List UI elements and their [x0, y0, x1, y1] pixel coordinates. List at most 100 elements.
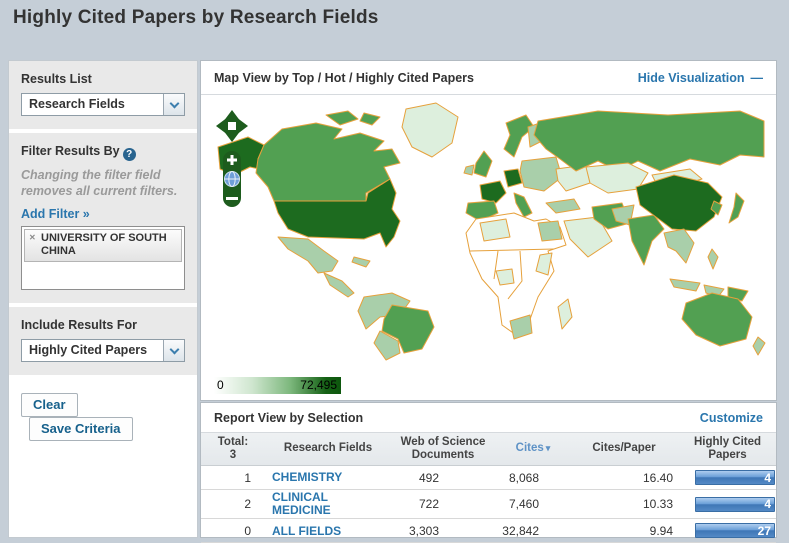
row-cites-per-paper: 10.33	[642, 497, 673, 512]
country-greenland[interactable]	[401, 102, 459, 158]
row-rank: 2	[244, 497, 251, 512]
zoom-control	[223, 151, 241, 207]
clear-button[interactable]: Clear	[21, 393, 78, 418]
hide-visualization-link[interactable]: Hide Visualization —	[638, 71, 763, 85]
region-central-europe[interactable]	[519, 156, 563, 192]
results-list-value: Research Fields	[29, 97, 125, 111]
highly-cited-value: 4	[764, 497, 771, 512]
country-japan[interactable]	[728, 192, 745, 224]
row-rank: 1	[244, 470, 251, 485]
filter-note: Changing the filter field removes all cu…	[21, 168, 178, 198]
report-panel: Report View by Selection Customize Total…	[200, 402, 777, 543]
field-link[interactable]: CLINICAL MEDICINE	[265, 490, 357, 517]
remove-filter-icon[interactable]: ✕	[29, 233, 36, 243]
cites-label: Cites	[515, 442, 544, 455]
include-results-section: Include Results For Highly Cited Papers	[9, 307, 197, 376]
country-germany[interactable]	[503, 168, 523, 188]
row-cites-per-paper: 16.40	[642, 470, 673, 485]
report-panel-header: Report View by Selection Customize	[201, 403, 776, 433]
country-egypt[interactable]	[537, 220, 563, 242]
filter-listbox[interactable]: ✕ UNIVERSITY OF SOUTH CHINA	[21, 226, 185, 291]
row-cites: 7,460	[508, 497, 539, 512]
country-mexico[interactable]	[277, 236, 339, 274]
row-cites-per-paper: 9.94	[649, 523, 673, 538]
add-filter-link[interactable]: Add Filter »	[21, 207, 90, 221]
world-map[interactable]	[207, 99, 769, 361]
country-indonesia[interactable]	[669, 278, 701, 292]
pan-left-icon	[216, 117, 228, 135]
include-results-value: Highly Cited Papers	[29, 343, 148, 358]
country-turkey[interactable]	[545, 198, 581, 214]
row-cites: 8,068	[508, 470, 539, 485]
map-controls[interactable]	[215, 109, 249, 211]
include-results-dropdown[interactable]: Highly Cited Papers	[21, 339, 185, 363]
filter-section: Filter Results By? Changing the filter f…	[9, 133, 197, 304]
column-total: Total: 3	[201, 436, 265, 462]
table-row: 1 CHEMISTRY 492 8,068 16.40 4	[201, 466, 776, 490]
map-panel-header: Map View by Top / Hot / Highly Cited Pap…	[201, 61, 776, 95]
country-russia[interactable]	[533, 110, 765, 172]
country-ireland[interactable]	[463, 164, 475, 176]
customize-link[interactable]: Customize	[700, 411, 763, 425]
country-madagascar[interactable]	[557, 298, 573, 330]
country-new-zealand[interactable]	[752, 336, 766, 356]
dropdown-button[interactable]	[163, 94, 184, 115]
column-research-fields: Research Fields	[283, 442, 373, 455]
country-france[interactable]	[479, 180, 507, 204]
map-legend: 0 72,495	[214, 377, 341, 394]
row-rank: 0	[244, 523, 251, 538]
total-value: 3	[229, 449, 237, 461]
highly-cited-bar: 4	[695, 496, 775, 512]
hide-visualization-label: Hide Visualization	[637, 70, 745, 85]
country-algeria[interactable]	[479, 218, 511, 242]
page-title: Highly Cited Papers by Research Fields	[13, 7, 379, 28]
pan-control	[216, 110, 248, 142]
table-row: 0 ALL FIELDS 3,303 32,842 9.94 27	[201, 519, 776, 543]
sort-down-icon: ▾	[545, 443, 551, 454]
filter-label: Filter Results By?	[21, 144, 185, 161]
filter-tag[interactable]: ✕ UNIVERSITY OF SOUTH CHINA	[24, 229, 182, 262]
row-cites: 32,842	[502, 523, 539, 538]
country-india[interactable]	[627, 214, 665, 266]
filter-label-text: Filter Results By	[21, 144, 120, 158]
country-philippines[interactable]	[707, 248, 719, 270]
field-link[interactable]: ALL FIELDS	[265, 524, 341, 538]
minus-icon: —	[750, 70, 764, 85]
country-canada-islands[interactable]	[359, 112, 381, 126]
country-uk[interactable]	[473, 150, 493, 178]
map-panel: Map View by Top / Hot / Highly Cited Pap…	[200, 60, 777, 401]
highly-cited-bar: 4	[695, 470, 775, 485]
table-row: 2 CLINICAL MEDICINE 722 7,460 10.33 4	[201, 490, 776, 520]
country-italy[interactable]	[513, 192, 533, 218]
results-list-label: Results List	[21, 72, 92, 86]
highly-cited-value: 27	[757, 523, 771, 538]
sidebar: Results List Research Fields Filter Resu…	[8, 60, 198, 538]
column-cites-sort[interactable]: Cites ▾	[495, 442, 571, 455]
column-cites-per-paper: Cites/Paper	[592, 442, 656, 455]
help-icon[interactable]: ?	[122, 148, 136, 161]
highly-cited-value: 4	[764, 470, 771, 485]
region-central-america[interactable]	[323, 272, 355, 298]
column-highly-cited-papers: Highly Cited Papers	[693, 435, 762, 461]
legend-min: 0	[217, 378, 224, 392]
filter-tag-label: UNIVERSITY OF SOUTH CHINA	[41, 232, 167, 258]
actions-section: Clear Save Criteria	[9, 379, 197, 455]
chevron-down-icon	[169, 98, 179, 108]
table-header-row: Total: 3 Research Fields Web of Science …	[201, 433, 776, 466]
zoom-out-icon	[226, 197, 238, 200]
dropdown-button[interactable]	[163, 340, 184, 362]
column-wos-documents: Web of Science Documents	[400, 435, 486, 461]
country-canada-islands[interactable]	[325, 110, 359, 126]
total-label: Total:	[217, 435, 249, 448]
row-docs: 492	[418, 470, 439, 485]
include-results-label: Include Results For	[21, 318, 137, 333]
field-link[interactable]: CHEMISTRY	[265, 471, 342, 484]
report-panel-title: Report View by Selection	[214, 410, 364, 425]
country-cuba[interactable]	[351, 256, 371, 268]
map-panel-title: Map View by Top / Hot / Highly Cited Pap…	[214, 70, 474, 85]
save-criteria-button[interactable]: Save Criteria	[29, 417, 133, 442]
region-southeast-asia[interactable]	[663, 228, 695, 264]
chevron-down-icon	[169, 344, 179, 355]
row-docs: 3,303	[408, 523, 439, 538]
results-list-dropdown[interactable]: Research Fields	[21, 93, 185, 116]
